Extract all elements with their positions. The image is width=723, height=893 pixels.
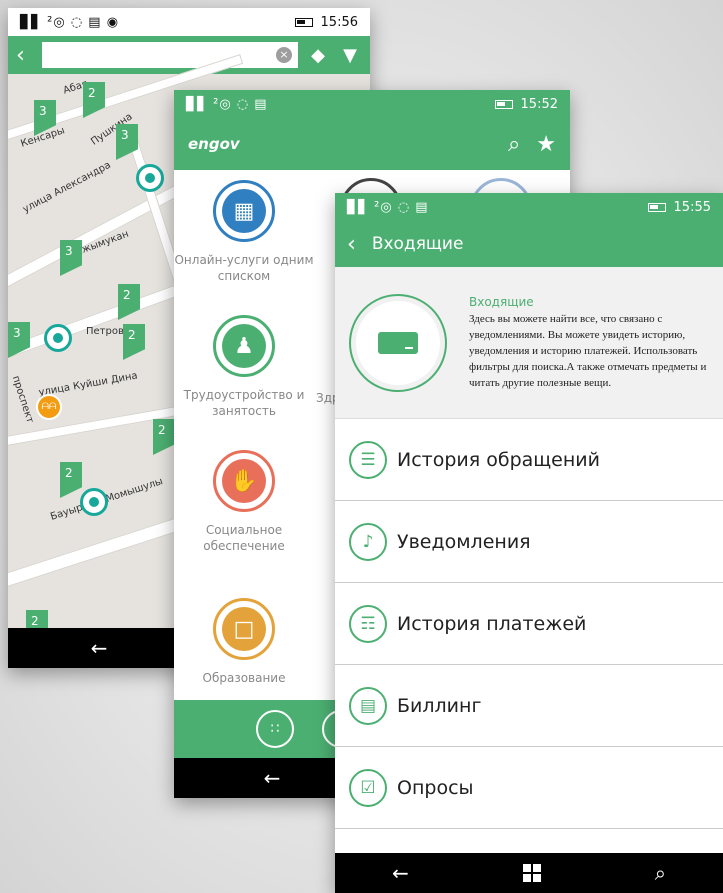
clear-icon[interactable]: × <box>276 47 292 63</box>
service-label: Трудоустройство и занятость <box>183 388 305 418</box>
status-time: 15:55 <box>673 199 711 215</box>
directions-icon[interactable]: ◆ <box>306 45 330 66</box>
payment-terminal-icon: ☶ <box>349 604 387 643</box>
battery-icon <box>294 17 313 27</box>
info-title: Входящие <box>469 294 534 309</box>
windows-start-icon[interactable] <box>522 864 541 882</box>
engov-logo: engov <box>188 135 240 153</box>
cluster-marker[interactable]: 2 <box>60 462 82 498</box>
service-label: Онлайн-услуги одним списком <box>174 253 314 283</box>
cluster-marker[interactable]: 3 <box>60 240 82 276</box>
status-icons: ▊▋ ²◎ ◌ ▤ ◉ <box>20 14 120 30</box>
menu-item-label: Опросы <box>397 776 474 799</box>
status-bar: ▊▋ ²◎ ◌ ▤ 15:55 <box>335 193 723 221</box>
service-online-list[interactable]: ▦ Онлайн-услуги одним списком <box>174 180 314 284</box>
service-social[interactable]: ✋ Социальное обеспечение <box>174 450 314 554</box>
service-label: Социальное обеспечение <box>203 523 285 553</box>
hand-icon: ✋ <box>222 459 266 503</box>
status-time: 15:52 <box>520 96 558 112</box>
star-icon[interactable]: ★ <box>536 132 556 157</box>
inbox-screen: ▊▋ ²◎ ◌ ▤ 15:55 ‹ Входящие Входящие Здес… <box>335 193 723 893</box>
book-icon: □ <box>222 607 266 651</box>
service-employment[interactable]: ♟ Трудоустройство и занятость <box>174 315 314 419</box>
street-label: проспект <box>9 374 36 425</box>
search-icon[interactable]: ⌕ <box>508 132 520 157</box>
cluster-marker[interactable]: 2 <box>153 419 175 455</box>
map-toolbar: ‹ × ◆ ▼ <box>8 36 370 74</box>
cluster-marker[interactable]: 2 <box>118 284 140 320</box>
app-bar: engov ⌕ ★ <box>174 118 570 170</box>
menu-item-label: Уведомления <box>397 530 531 553</box>
page-title: Входящие <box>371 234 464 254</box>
service-label: Образование <box>202 671 286 685</box>
system-nav-bar: ← ⌕ <box>335 853 723 893</box>
back-arrow-icon[interactable]: ‹ <box>16 43 34 68</box>
street-label: улица Александра <box>21 159 113 216</box>
street-label: Петров <box>86 326 124 337</box>
service-center-pin-icon[interactable]: ᗩᗩ <box>36 394 62 420</box>
menu-item-label: История платежей <box>397 612 587 635</box>
menu-item-notifications[interactable]: ♪ Уведомления <box>335 501 723 583</box>
scroll-icon: ☰ <box>349 440 387 479</box>
checkbox-icon: ☑ <box>349 768 387 807</box>
app-bar: ‹ Входящие <box>335 221 723 267</box>
battery-icon <box>647 202 666 212</box>
status-icons: ▊▋ ²◎ ◌ ▤ <box>186 96 268 112</box>
back-nav-icon[interactable]: ← <box>264 766 281 790</box>
card-icon: ▤ <box>349 686 387 725</box>
person-icon: ♟ <box>222 324 266 368</box>
cluster-marker[interactable]: 2 <box>83 82 105 118</box>
map-search-input[interactable]: × <box>42 42 298 68</box>
back-arrow-icon[interactable]: ‹ <box>347 232 356 257</box>
online-services-icon: ▦ <box>222 189 266 233</box>
back-nav-icon[interactable]: ← <box>91 636 108 660</box>
menu-item-payment-history[interactable]: ☶ История платежей <box>335 583 723 665</box>
menu-item-billing[interactable]: ▤ Биллинг <box>335 665 723 747</box>
menu-item-request-history[interactable]: ☰ История обращений <box>335 419 723 501</box>
back-nav-icon[interactable]: ← <box>392 861 409 885</box>
cluster-marker[interactable]: 2 <box>123 324 145 360</box>
bell-icon: ♪ <box>349 522 387 561</box>
location-pin-icon[interactable] <box>136 164 164 192</box>
inbox-info-panel: Входящие Здесь вы можете найти все, что … <box>335 267 723 419</box>
menu-item-label: История обращений <box>397 448 600 471</box>
status-bar: ▊▋ ²◎ ◌ ▤ 15:52 <box>174 90 570 118</box>
battery-icon <box>494 99 513 109</box>
status-bar: ▊▋ ²◎ ◌ ▤ ◉ 15:56 <box>8 8 370 36</box>
menu-item-label: Биллинг <box>397 694 482 717</box>
apps-grid-icon[interactable]: ∷ <box>256 710 294 748</box>
location-pin-icon[interactable] <box>80 488 108 516</box>
search-nav-icon[interactable]: ⌕ <box>655 861 666 885</box>
status-icons: ▊▋ ²◎ ◌ ▤ <box>347 199 429 215</box>
inbox-tray-icon <box>378 331 418 354</box>
menu-item-surveys[interactable]: ☑ Опросы <box>335 747 723 829</box>
info-description: Здесь вы можете найти все, что связано с… <box>469 312 707 389</box>
location-pin-icon[interactable] <box>44 324 72 352</box>
filter-icon[interactable]: ▼ <box>338 45 362 66</box>
service-education[interactable]: □ Образование <box>174 598 314 686</box>
status-time: 15:56 <box>320 14 358 30</box>
